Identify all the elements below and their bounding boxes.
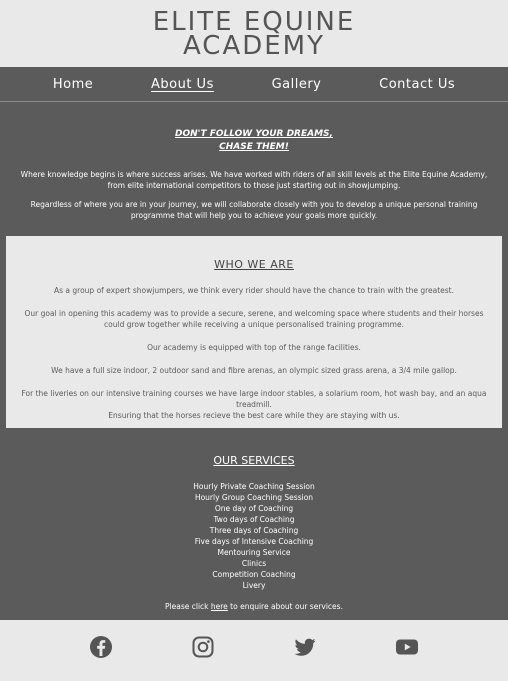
service-item: Two days of Coaching — [213, 515, 295, 524]
brand-logo[interactable]: ELITE EQUINE ACADEMY — [0, 0, 508, 61]
about-paragraph-3: Our academy is equipped with top of the … — [147, 343, 361, 352]
service-item: Hourly Private Coaching Session — [193, 482, 315, 491]
service-item: Competition Coaching — [212, 570, 296, 579]
site-header: ELITE EQUINE ACADEMY — [0, 0, 508, 67]
hero-section: DON'T FOLLOW YOUR DREAMS, CHASE THEM! Wh… — [0, 102, 508, 236]
enquire-link[interactable]: here — [211, 602, 228, 611]
who-we-are-heading: WHO WE ARE — [214, 258, 294, 271]
twitter-icon — [294, 638, 316, 656]
hero-paragraph-1: Where knowledge begins is where success … — [20, 170, 488, 190]
instagram-icon — [192, 636, 214, 658]
nav-home[interactable]: Home — [53, 77, 93, 92]
main-nav: Home About Us Gallery Contact Us — [0, 67, 508, 102]
slogan: DON'T FOLLOW YOUR DREAMS, CHASE THEM! — [0, 128, 508, 154]
service-item: Hourly Group Coaching Session — [194, 493, 314, 502]
about-paragraph-1: As a group of expert showjumpers, we thi… — [54, 286, 454, 295]
service-item: One day of Coaching — [214, 504, 294, 513]
slogan-line-1: DON'T FOLLOW YOUR DREAMS, — [175, 129, 333, 139]
service-item: Clinics — [241, 559, 267, 568]
service-item: Livery — [242, 581, 266, 590]
who-we-are-section: WHO WE ARE As a group of expert showjump… — [6, 236, 502, 428]
service-item: Three days of Coaching — [209, 526, 299, 535]
enquire-note-after: to enquire about our services. — [227, 602, 343, 611]
brand-line-2: ACADEMY — [182, 31, 326, 61]
services-section: OUR SERVICES Hourly Private Coaching Ses… — [0, 428, 508, 620]
youtube-link[interactable] — [395, 635, 419, 659]
services-heading: OUR SERVICES — [213, 454, 295, 467]
enquire-note: Please click here to enquire about our s… — [0, 601, 508, 612]
nav-about-us[interactable]: About Us — [151, 77, 214, 92]
page: ELITE EQUINE ACADEMY Home About Us Galle… — [0, 0, 508, 681]
site-footer — [0, 620, 508, 674]
service-item: Mentouring Service — [217, 548, 291, 557]
about-paragraph-6: Ensuring that the horses recieve the bes… — [108, 411, 400, 420]
services-list: Hourly Private Coaching Session Hourly G… — [0, 481, 508, 591]
youtube-icon — [396, 639, 418, 655]
about-paragraph-2: Our goal in opening this academy was to … — [24, 309, 484, 329]
service-item: Five days of Intensive Coaching — [194, 537, 314, 546]
slogan-line-2: CHASE THEM! — [219, 142, 289, 152]
twitter-link[interactable] — [293, 635, 317, 659]
about-paragraph-5: For the liveries on our intensive traini… — [21, 389, 487, 409]
enquire-note-before: Please click — [165, 602, 211, 611]
nav-contact-us[interactable]: Contact Us — [379, 77, 455, 92]
nav-gallery[interactable]: Gallery — [272, 77, 322, 92]
facebook-link[interactable] — [89, 635, 113, 659]
facebook-icon — [90, 636, 112, 658]
about-paragraph-4: We have a full size indoor, 2 outdoor sa… — [51, 366, 457, 375]
hero-paragraph-2: Regardless of where you are in your jour… — [30, 200, 478, 220]
instagram-link[interactable] — [191, 635, 215, 659]
